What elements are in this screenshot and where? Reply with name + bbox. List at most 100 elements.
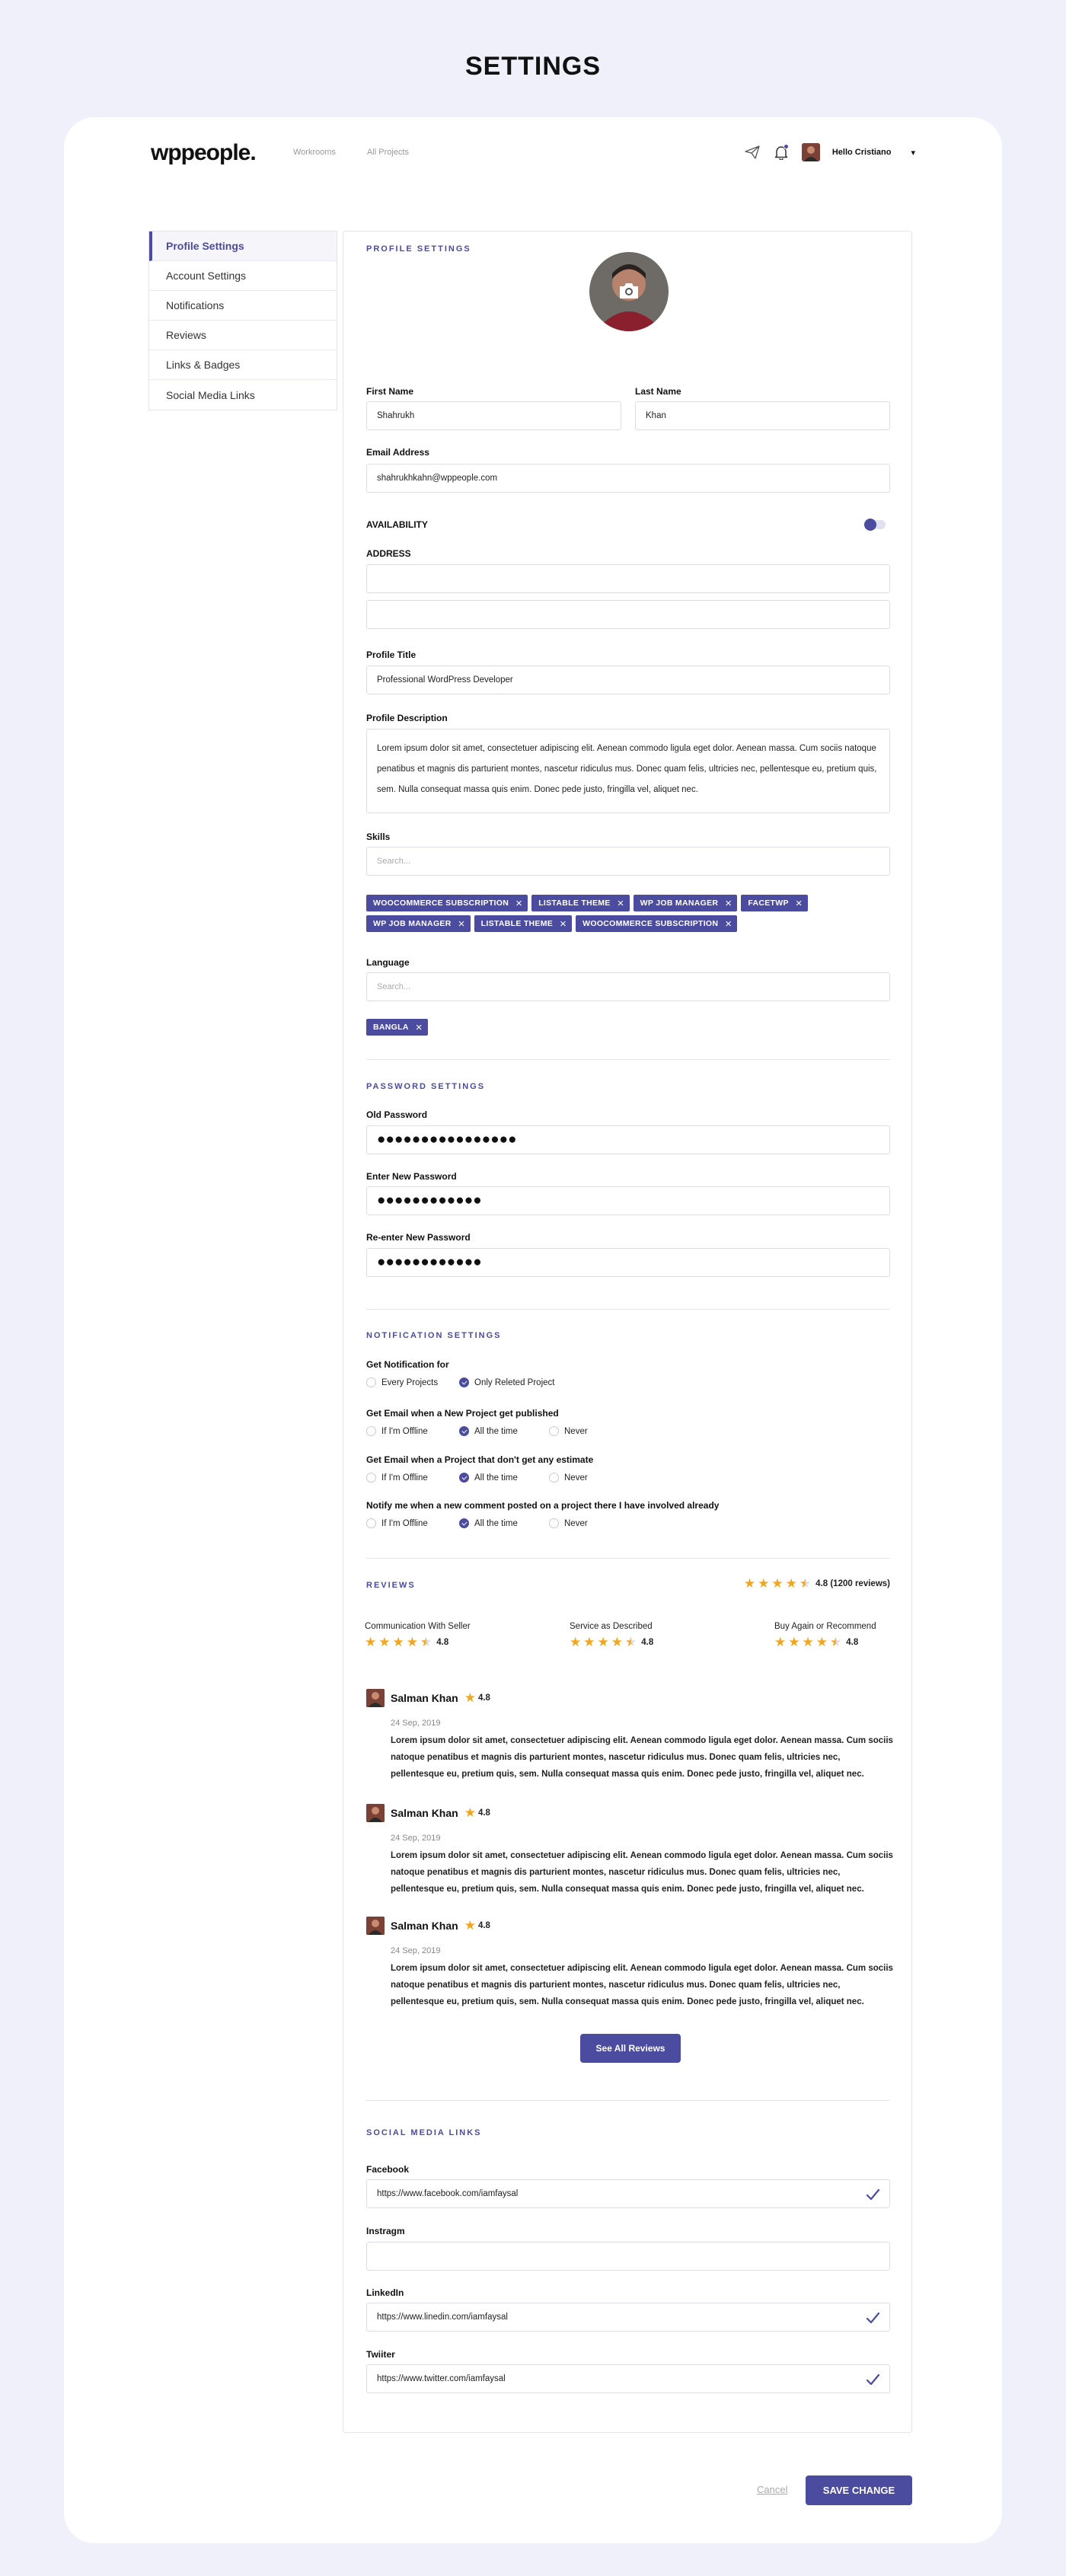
sidebar-item-account-settings[interactable]: Account Settings xyxy=(149,261,337,291)
bell-icon[interactable] xyxy=(773,144,790,161)
availability-toggle[interactable] xyxy=(864,519,886,531)
twitter-input[interactable]: https://www.twitter.com/iamfaysal xyxy=(366,2364,890,2393)
logo[interactable]: wppeople. xyxy=(151,140,257,166)
avatar[interactable] xyxy=(801,143,820,161)
radio-button[interactable] xyxy=(366,1518,376,1528)
see-all-reviews-button[interactable]: See All Reviews xyxy=(580,2034,681,2063)
radio-option[interactable]: If I'm Offline xyxy=(366,1473,428,1483)
star-icon: ★ xyxy=(464,1690,476,1705)
address-line2-input[interactable] xyxy=(366,600,890,629)
radio-label: All the time xyxy=(474,1426,518,1436)
availability-label: AVAILABILITY xyxy=(366,519,428,530)
radio-button[interactable] xyxy=(549,1473,559,1483)
radio-option[interactable]: Never xyxy=(549,1426,588,1436)
radio-button-checked[interactable] xyxy=(459,1473,469,1483)
profile-description-label: Profile Description xyxy=(366,713,448,723)
skills-search-input[interactable]: Search... xyxy=(366,847,890,876)
top-nav: wppeople. Workrooms All Projects Hello C… xyxy=(151,140,915,166)
save-change-button[interactable]: SAVE CHANGE xyxy=(806,2475,912,2505)
reviewer-avatar xyxy=(366,1917,385,1935)
linkedin-input[interactable]: https://www.linedin.com/iamfaysal xyxy=(366,2303,890,2332)
facebook-url: https://www.facebook.com/iamfaysal xyxy=(377,2189,519,2198)
sidebar-item-reviews[interactable]: Reviews xyxy=(149,321,337,350)
first-name-input[interactable]: Shahrukh xyxy=(366,401,621,430)
close-icon[interactable]: × xyxy=(515,898,522,909)
address-line1-input[interactable] xyxy=(366,564,890,593)
sidebar-item-notifications[interactable]: Notifications xyxy=(149,291,337,321)
star-icon: ★ xyxy=(392,1635,404,1649)
radio-option[interactable]: If I'm Offline xyxy=(366,1426,428,1436)
notification-question: Get Notification for xyxy=(366,1359,449,1370)
rating-category-label: Service as Described xyxy=(570,1622,653,1631)
rating-category-label: Communication With Seller xyxy=(365,1622,471,1631)
skill-tag-label: WP JOB MANAGER xyxy=(640,899,719,908)
skill-tag-label: FACETWP xyxy=(748,899,789,908)
radio-button[interactable] xyxy=(366,1426,376,1436)
instagram-input[interactable] xyxy=(366,2242,890,2271)
profile-description-textarea[interactable]: Lorem ipsum dolor sit amet, consectetuer… xyxy=(366,729,890,813)
star-icon: ★ xyxy=(464,1918,476,1933)
skill-tag: FACETWP × xyxy=(741,895,808,911)
linkedin-label: LinkedIn xyxy=(366,2287,404,2298)
close-icon[interactable]: × xyxy=(725,918,732,930)
close-icon[interactable]: × xyxy=(458,918,465,930)
radio-button-checked[interactable] xyxy=(459,1426,469,1436)
facebook-input[interactable]: https://www.facebook.com/iamfaysal xyxy=(366,2179,890,2208)
sidebar-item-social-media-links[interactable]: Social Media Links xyxy=(149,380,337,410)
profile-title-label: Profile Title xyxy=(366,650,417,660)
radio-button[interactable] xyxy=(366,1377,376,1387)
language-search-input[interactable]: Search... xyxy=(366,972,890,1001)
new-password-label: Enter New Password xyxy=(366,1171,457,1182)
radio-button[interactable] xyxy=(366,1473,376,1483)
rating-category: Service as Described ★ ★ ★ ★ ★ 4.8 xyxy=(570,1622,653,1649)
send-icon[interactable] xyxy=(744,144,761,161)
review-text: Lorem ipsum dolor sit amet, consectetuer… xyxy=(391,1851,893,1894)
radio-button-checked[interactable] xyxy=(459,1377,469,1387)
profile-photo-upload[interactable] xyxy=(589,252,669,331)
close-icon[interactable]: × xyxy=(725,898,732,909)
user-greeting[interactable]: Hello Cristiano xyxy=(832,148,892,157)
cancel-button[interactable]: Cancel xyxy=(757,2484,787,2495)
reenter-password-input[interactable]: ●●●●●●●●●●●● xyxy=(366,1248,890,1277)
radio-option[interactable]: Only Releted Project xyxy=(459,1377,554,1387)
rating-category: Buy Again or Recommend ★ ★ ★ ★ ★ 4.8 xyxy=(774,1622,876,1649)
page-title: SETTINGS xyxy=(464,52,602,81)
reviewer-name: Salman Khan xyxy=(391,1919,458,1932)
radio-option[interactable]: If I'm Offline xyxy=(366,1518,428,1528)
radio-option[interactable]: All the time xyxy=(459,1473,518,1483)
new-password-input[interactable]: ●●●●●●●●●●●● xyxy=(366,1186,890,1215)
last-name-input[interactable]: Khan xyxy=(635,401,890,430)
radio-option[interactable]: Every Projects xyxy=(366,1377,438,1387)
radio-option[interactable]: All the time xyxy=(459,1426,518,1436)
close-icon[interactable]: × xyxy=(618,898,624,909)
old-password-input[interactable]: ●●●●●●●●●●●●●●●● xyxy=(366,1125,890,1154)
skills-tags-row-2: WP JOB MANAGER × LISTABLE THEME × WOOCOMMERC… xyxy=(366,915,741,932)
sidebar-item-profile-settings[interactable]: Profile Settings xyxy=(149,231,337,261)
language-tags: BANGLA × xyxy=(366,1019,432,1036)
profile-section-title: PROFILE SETTINGS xyxy=(366,244,471,254)
nav-link-all-projects[interactable]: All Projects xyxy=(367,148,409,157)
close-icon[interactable]: × xyxy=(416,1022,423,1033)
nav-link-workrooms[interactable]: Workrooms xyxy=(293,148,336,157)
review-header: Salman Khan ★ 4.8 xyxy=(391,1806,490,1819)
radio-button[interactable] xyxy=(549,1518,559,1528)
twitter-url: https://www.twitter.com/iamfaysal xyxy=(377,2374,506,2383)
sidebar-item-links-badges[interactable]: Links & Badges xyxy=(149,350,337,380)
radio-option[interactable]: All the time xyxy=(459,1518,518,1528)
radio-button[interactable] xyxy=(549,1426,559,1436)
close-icon[interactable]: × xyxy=(796,898,803,909)
radio-label: Never xyxy=(564,1518,588,1528)
address-label: ADDRESS xyxy=(366,548,411,559)
chevron-down-icon[interactable]: ▾ xyxy=(911,148,915,158)
reviewer-name: Salman Khan xyxy=(391,1691,458,1704)
skills-tags-row-1: WOOCOMMERCE SUBSCRIPTION × LISTABLE THEME ×… xyxy=(366,895,812,911)
overall-rating-text: 4.8 (1200 reviews) xyxy=(815,1578,890,1588)
profile-title-input[interactable]: Professional WordPress Developer xyxy=(366,666,890,694)
star-icon: ★ xyxy=(815,1635,828,1649)
rating-value: 4.8 xyxy=(641,1637,654,1647)
email-input[interactable]: shahrukhkahn@wppeople.com xyxy=(366,464,890,493)
radio-button-checked[interactable] xyxy=(459,1518,469,1528)
close-icon[interactable]: × xyxy=(560,918,567,930)
radio-option[interactable]: Never xyxy=(549,1473,588,1483)
radio-option[interactable]: Never xyxy=(549,1518,588,1528)
